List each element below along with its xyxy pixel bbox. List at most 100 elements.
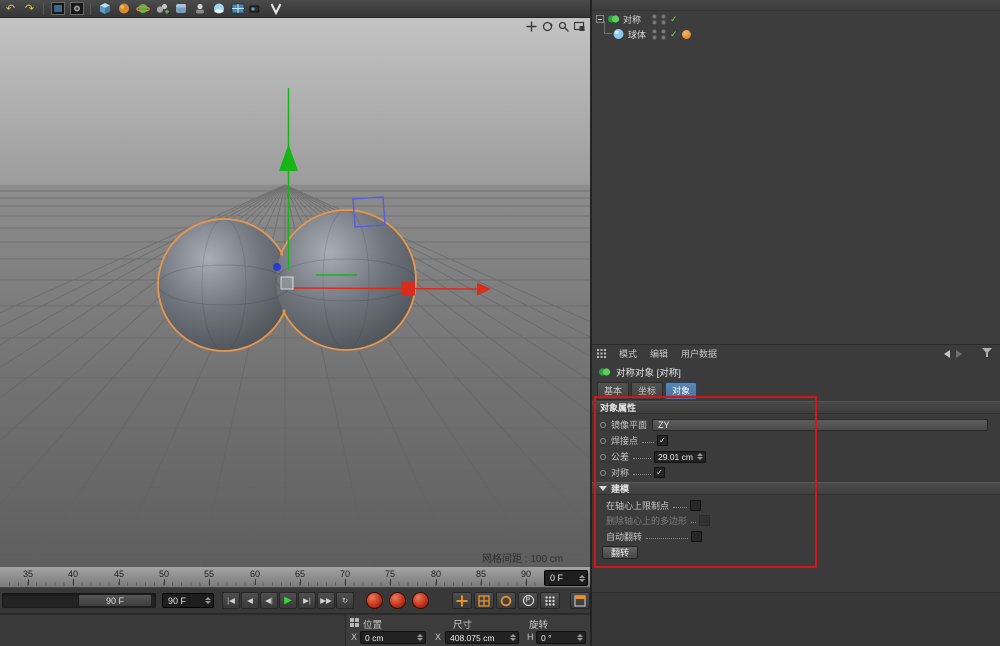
coords-menu-icon[interactable] xyxy=(350,618,359,627)
object-label[interactable]: 球体 xyxy=(628,28,646,41)
render-view-button[interactable] xyxy=(49,1,66,16)
visibility-dots-icon[interactable] xyxy=(652,14,657,25)
generator-button[interactable] xyxy=(115,1,132,16)
phong-tag-icon[interactable] xyxy=(682,30,691,39)
materials-area xyxy=(0,614,345,646)
forward-arrow-icon[interactable] xyxy=(956,350,962,358)
object-label[interactable]: 对称 xyxy=(623,13,641,26)
current-frame-field[interactable]: 0 F xyxy=(544,570,588,586)
record-position-button[interactable] xyxy=(452,592,472,609)
goto-end-button[interactable]: ▶▶ xyxy=(317,592,335,609)
camera-button[interactable] xyxy=(248,1,265,16)
weld-points-checkbox[interactable]: ✓ xyxy=(657,435,668,446)
panel-menu-icon[interactable] xyxy=(597,349,606,358)
position-x-field[interactable]: 0 cm xyxy=(360,631,426,644)
spinner-icon[interactable] xyxy=(509,632,517,643)
record-scale-button[interactable] xyxy=(474,592,494,609)
record-rotation-button[interactable] xyxy=(496,592,516,609)
size-x-field[interactable]: 408.075 cm xyxy=(445,631,519,644)
spinner-icon[interactable] xyxy=(576,632,584,643)
visibility-dots-icon[interactable] xyxy=(652,29,657,40)
play-button[interactable]: ▶ xyxy=(279,592,297,609)
flip-button[interactable]: 翻转 xyxy=(602,546,638,559)
spinner-icon[interactable] xyxy=(578,571,586,585)
record-keyframe-button[interactable] xyxy=(366,592,383,609)
zoom-view-button[interactable] xyxy=(557,20,570,33)
filter-icon[interactable] xyxy=(982,348,992,357)
menu-edit[interactable]: 编辑 xyxy=(650,347,668,360)
previous-key-button[interactable]: ◀| xyxy=(260,592,278,609)
ring-icon xyxy=(500,595,512,607)
modeling-tool-button[interactable] xyxy=(172,1,189,16)
param-label: 自动翻转 xyxy=(606,530,642,543)
tolerance-field[interactable]: 29.01 cm xyxy=(654,451,706,463)
tab-coordinates[interactable]: 坐标 xyxy=(631,382,663,400)
enable-check-icon[interactable]: ✓ xyxy=(670,29,678,40)
simulation-button[interactable] xyxy=(153,1,170,16)
clamp-points-checkbox[interactable] xyxy=(690,500,701,511)
object-row-sphere[interactable]: 球体 xyxy=(612,27,646,41)
anim-dot-icon[interactable] xyxy=(600,470,606,476)
dot-leader xyxy=(646,534,688,539)
record-parameter-button[interactable]: P xyxy=(518,592,538,609)
auto-flip-checkbox[interactable] xyxy=(691,531,702,542)
timeline-range-slider[interactable]: 90 F xyxy=(2,593,156,608)
timeline-ruler[interactable]: 35 40 45 50 55 60 65 70 75 80 85 90 0 F xyxy=(0,566,590,588)
goto-start-button[interactable]: |◀ xyxy=(222,592,240,609)
size-axis-label: X xyxy=(435,632,441,642)
enable-check-icon[interactable]: ✓ xyxy=(670,14,678,25)
spinner-icon[interactable] xyxy=(696,452,704,462)
deformer-button[interactable] xyxy=(134,1,151,16)
autokey-button[interactable] xyxy=(389,592,406,609)
range-slider-handle[interactable]: 90 F xyxy=(78,594,152,607)
environment-button[interactable] xyxy=(210,1,227,16)
playback-controls: |◀ ◀ ◀| ▶ ▶| ▶▶ ↻ xyxy=(222,592,354,609)
visibility-toggles-sphere[interactable]: ✓ xyxy=(652,27,691,41)
undo-button[interactable]: ↶ xyxy=(2,1,19,16)
ruler-tick: 35 xyxy=(23,569,33,579)
scene-tool-icon xyxy=(193,2,207,15)
previous-frame-button[interactable]: ◀ xyxy=(241,592,259,609)
redo-button[interactable]: ↷ xyxy=(21,1,38,16)
anim-dot-icon[interactable] xyxy=(600,454,606,460)
tab-object[interactable]: 对象 xyxy=(665,382,697,400)
cube-primitive-button[interactable] xyxy=(96,1,113,16)
menu-user-data[interactable]: 用户数据 xyxy=(681,347,717,360)
end-frame-field[interactable]: 90 F xyxy=(162,593,214,608)
record-pla-button[interactable] xyxy=(540,592,560,609)
visibility-dots-icon[interactable] xyxy=(661,29,666,40)
viewport-3d[interactable]: 网格间距 : 100 cm xyxy=(0,18,590,566)
anim-dot-icon[interactable] xyxy=(600,438,606,444)
snap-settings-button[interactable] xyxy=(570,592,590,609)
orbit-view-button[interactable] xyxy=(541,20,554,33)
keyframe-selection-button[interactable] xyxy=(412,592,429,609)
back-arrow-icon[interactable] xyxy=(944,350,950,358)
mograph-button[interactable] xyxy=(229,1,246,16)
mirror-plane-dropdown[interactable]: ZY xyxy=(652,419,988,431)
anim-dot-icon[interactable] xyxy=(600,422,606,428)
spinner-icon[interactable] xyxy=(416,632,424,643)
attribute-title: 对称对象 [对称] xyxy=(598,365,681,379)
deformer-sphere-icon xyxy=(136,2,150,15)
toggle-view-button[interactable] xyxy=(573,20,586,33)
spinner-icon[interactable] xyxy=(204,594,212,607)
visibility-dots-icon[interactable] xyxy=(661,14,666,25)
render-settings-button[interactable] xyxy=(68,1,85,16)
cube-icon xyxy=(98,2,112,15)
volume-pen-button[interactable] xyxy=(267,1,284,16)
loop-playback-button[interactable]: ↻ xyxy=(336,592,354,609)
param-auto-flip: 自动翻转 xyxy=(606,530,988,543)
param-mirror-plane: 镜像平面 ZY xyxy=(600,418,988,431)
visibility-toggles-symmetry[interactable]: ✓ xyxy=(652,12,678,26)
symmetry-checkbox[interactable]: ✓ xyxy=(654,467,665,478)
next-key-button[interactable]: ▶| xyxy=(298,592,316,609)
rotation-h-field[interactable]: 0 ° xyxy=(536,631,586,644)
section-modeling[interactable]: 建模 xyxy=(592,482,1000,495)
object-row-symmetry[interactable]: 对称 xyxy=(596,12,641,26)
tab-basic[interactable]: 基本 xyxy=(597,382,629,400)
undo-icon: ↶ xyxy=(6,2,15,15)
menu-mode[interactable]: 模式 xyxy=(619,347,637,360)
collapse-toggle-icon[interactable] xyxy=(596,15,604,23)
scene-tool-button[interactable] xyxy=(191,1,208,16)
pan-view-button[interactable] xyxy=(525,20,538,33)
